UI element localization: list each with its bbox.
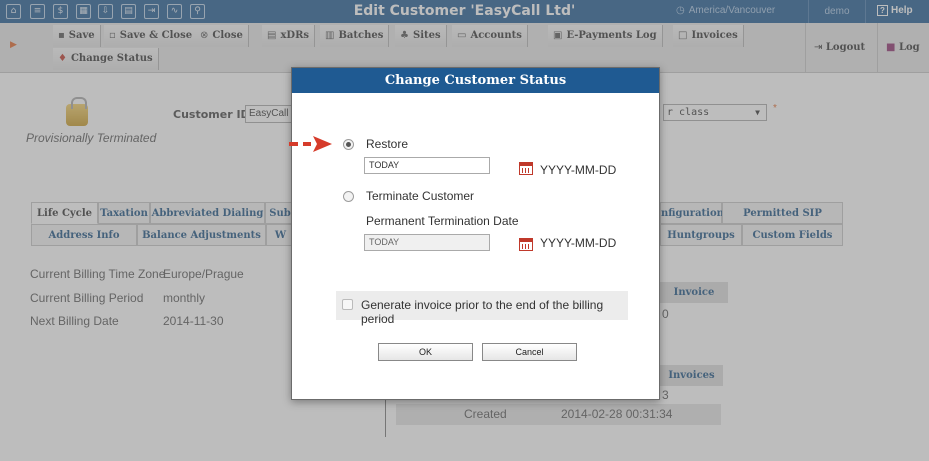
change-status-dialog: Change Customer Status Restore TODAY YYY…	[291, 67, 660, 400]
generate-invoice-row: Generate invoice prior to the end of the…	[336, 291, 628, 326]
dialog-title: Change Customer Status	[292, 68, 659, 93]
restore-radio[interactable]	[343, 139, 354, 150]
generate-invoice-label: Generate invoice prior to the end of the…	[361, 298, 604, 326]
permanent-termination-label: Permanent Termination Date	[366, 214, 519, 228]
calendar-icon[interactable]	[519, 162, 533, 175]
permanent-date-format: YYYY-MM-DD	[540, 236, 617, 250]
pointer-arrow-icon	[289, 136, 332, 152]
cancel-button[interactable]: Cancel	[482, 343, 577, 361]
restore-date-format: YYYY-MM-DD	[540, 163, 617, 177]
restore-date-input[interactable]: TODAY	[364, 157, 490, 174]
ok-button[interactable]: OK	[378, 343, 473, 361]
permanent-termination-date-input[interactable]: TODAY	[364, 234, 490, 251]
terminate-radio[interactable]	[343, 191, 354, 202]
calendar-icon[interactable]	[519, 238, 533, 251]
generate-invoice-checkbox[interactable]	[342, 299, 353, 310]
terminate-label: Terminate Customer	[366, 189, 475, 203]
restore-label: Restore	[366, 137, 409, 151]
